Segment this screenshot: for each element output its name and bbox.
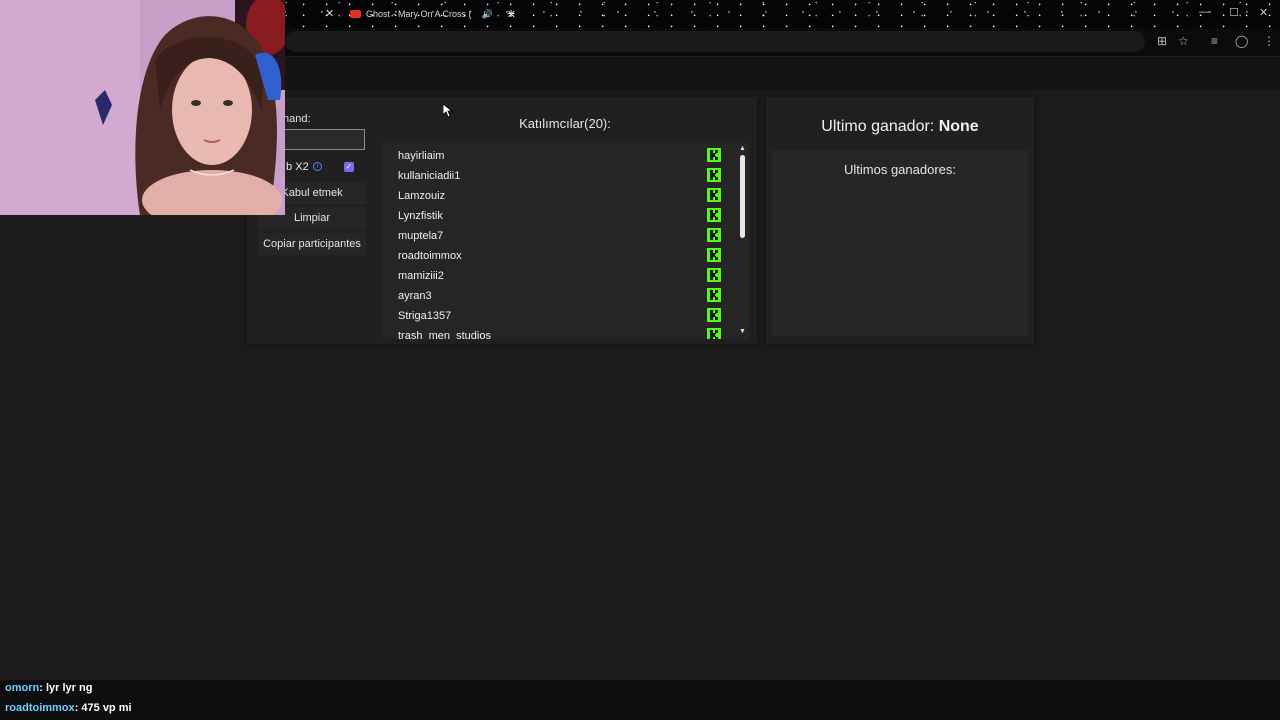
participant-row[interactable]: Striga1357 [398, 305, 728, 325]
webcam-overlay [0, 0, 285, 215]
chat-message: roadtoimmox: 475 vp mi [5, 702, 132, 714]
scroll-down-arrow[interactable]: ▼ [739, 328, 746, 335]
participant-name: Lamzouiz [398, 190, 446, 202]
participant-name: muptela7 [398, 230, 444, 242]
previous-tab-close-icon[interactable]: ✕ [325, 7, 334, 20]
participant-row[interactable]: roadtoimmox [398, 245, 728, 265]
chat-username: omorn [5, 682, 40, 694]
participant-row[interactable]: hayirliaim [398, 145, 728, 165]
profile-icon[interactable]: ◯ [1235, 34, 1248, 48]
kick-icon [707, 168, 721, 182]
scrollbar-thumb[interactable] [740, 155, 745, 238]
last-winners-title: Ultimos ganadores: [844, 162, 956, 177]
participant-name: roadtoimmox [398, 250, 462, 262]
address-input[interactable] [285, 31, 1145, 52]
screen: ✕ Ghost - Mary On A Cross ( 🔊 ✕ + — ☐ ✕ … [0, 0, 1280, 720]
info-icon[interactable]: i [313, 162, 322, 171]
participant-name: trash_men_studios [398, 330, 491, 339]
last-winners-box [772, 150, 1028, 336]
participants-list[interactable]: hayirliaim kullaniciadii1 Lamzouiz Lynzfist… [383, 143, 749, 339]
participant-row[interactable]: trash_men_studios [398, 325, 728, 339]
translate-icon[interactable]: ⊞ [1157, 34, 1167, 48]
scroll-up-arrow[interactable]: ▲ [739, 145, 746, 152]
last-winner: Ultimo ganador: None [766, 118, 1034, 136]
participant-name: Lynzfistik [398, 210, 443, 222]
participant-row[interactable]: kullaniciadii1 [398, 165, 728, 185]
speaker-icon[interactable]: 🔊 [482, 9, 493, 20]
kick-icon [707, 148, 721, 162]
chat-username: roadtoimmox [5, 702, 75, 714]
youtube-icon [350, 10, 361, 18]
minimize-button[interactable]: — [1199, 6, 1210, 18]
participant-name: Striga1357 [398, 310, 452, 322]
participant-row[interactable]: mamiziii2 [398, 265, 728, 285]
participant-row[interactable]: Lamzouiz [398, 185, 728, 205]
kick-icon [707, 308, 721, 322]
participant-row[interactable]: ayran3 [398, 285, 728, 305]
new-tab-button[interactable]: + [507, 5, 515, 21]
kick-icon [707, 268, 721, 282]
media-icon[interactable]: ≡ [1211, 34, 1218, 48]
kick-icon [707, 208, 721, 222]
webcam-image [0, 0, 285, 215]
sub-multiplier-label: ıb X2 [283, 161, 309, 173]
participants-title: Katılımcılar(20): [519, 116, 611, 131]
mouse-cursor-icon [443, 104, 453, 118]
tab-title: Ghost - Mary On A Cross ( [366, 9, 472, 19]
chat-text: : 475 vp mi [74, 702, 132, 714]
participant-row[interactable]: muptela7 [398, 225, 728, 245]
participant-name: kullaniciadii1 [398, 170, 461, 182]
command-input[interactable] [283, 129, 365, 150]
participant-row[interactable]: Lynzfistik [398, 205, 728, 225]
maximize-button[interactable]: ☐ [1229, 6, 1239, 19]
star-icon[interactable]: ☆ [1178, 34, 1189, 48]
chat-text: : lyr lyr ng [39, 682, 93, 694]
kick-icon [707, 328, 721, 339]
kick-icon [707, 188, 721, 202]
command-label: nand: [283, 113, 311, 125]
participant-name: mamiziii2 [398, 270, 444, 282]
kick-icon [707, 248, 721, 262]
tab-ghost[interactable]: Ghost - Mary On A Cross ( 🔊 ✕ [350, 4, 516, 24]
last-winner-label: Ultimo ganador: [821, 118, 935, 135]
participant-name: hayirliaim [398, 150, 445, 162]
participant-name: ayran3 [398, 290, 432, 302]
chat-message: omorn: lyr lyr ng [5, 682, 92, 694]
window-close-button[interactable]: ✕ [1259, 6, 1268, 19]
menu-icon[interactable]: ⋮ [1263, 34, 1275, 48]
sub-multiplier-checkbox[interactable]: ✓ [344, 162, 354, 172]
last-winner-value: None [938, 118, 979, 135]
copy-participants-button[interactable]: Copiar participantes [258, 233, 366, 255]
kick-icon [707, 288, 721, 302]
stream-chat-overlay: omorn: lyr lyr ng roadtoimmox: 475 vp mi [0, 680, 1280, 720]
kick-icon [707, 228, 721, 242]
